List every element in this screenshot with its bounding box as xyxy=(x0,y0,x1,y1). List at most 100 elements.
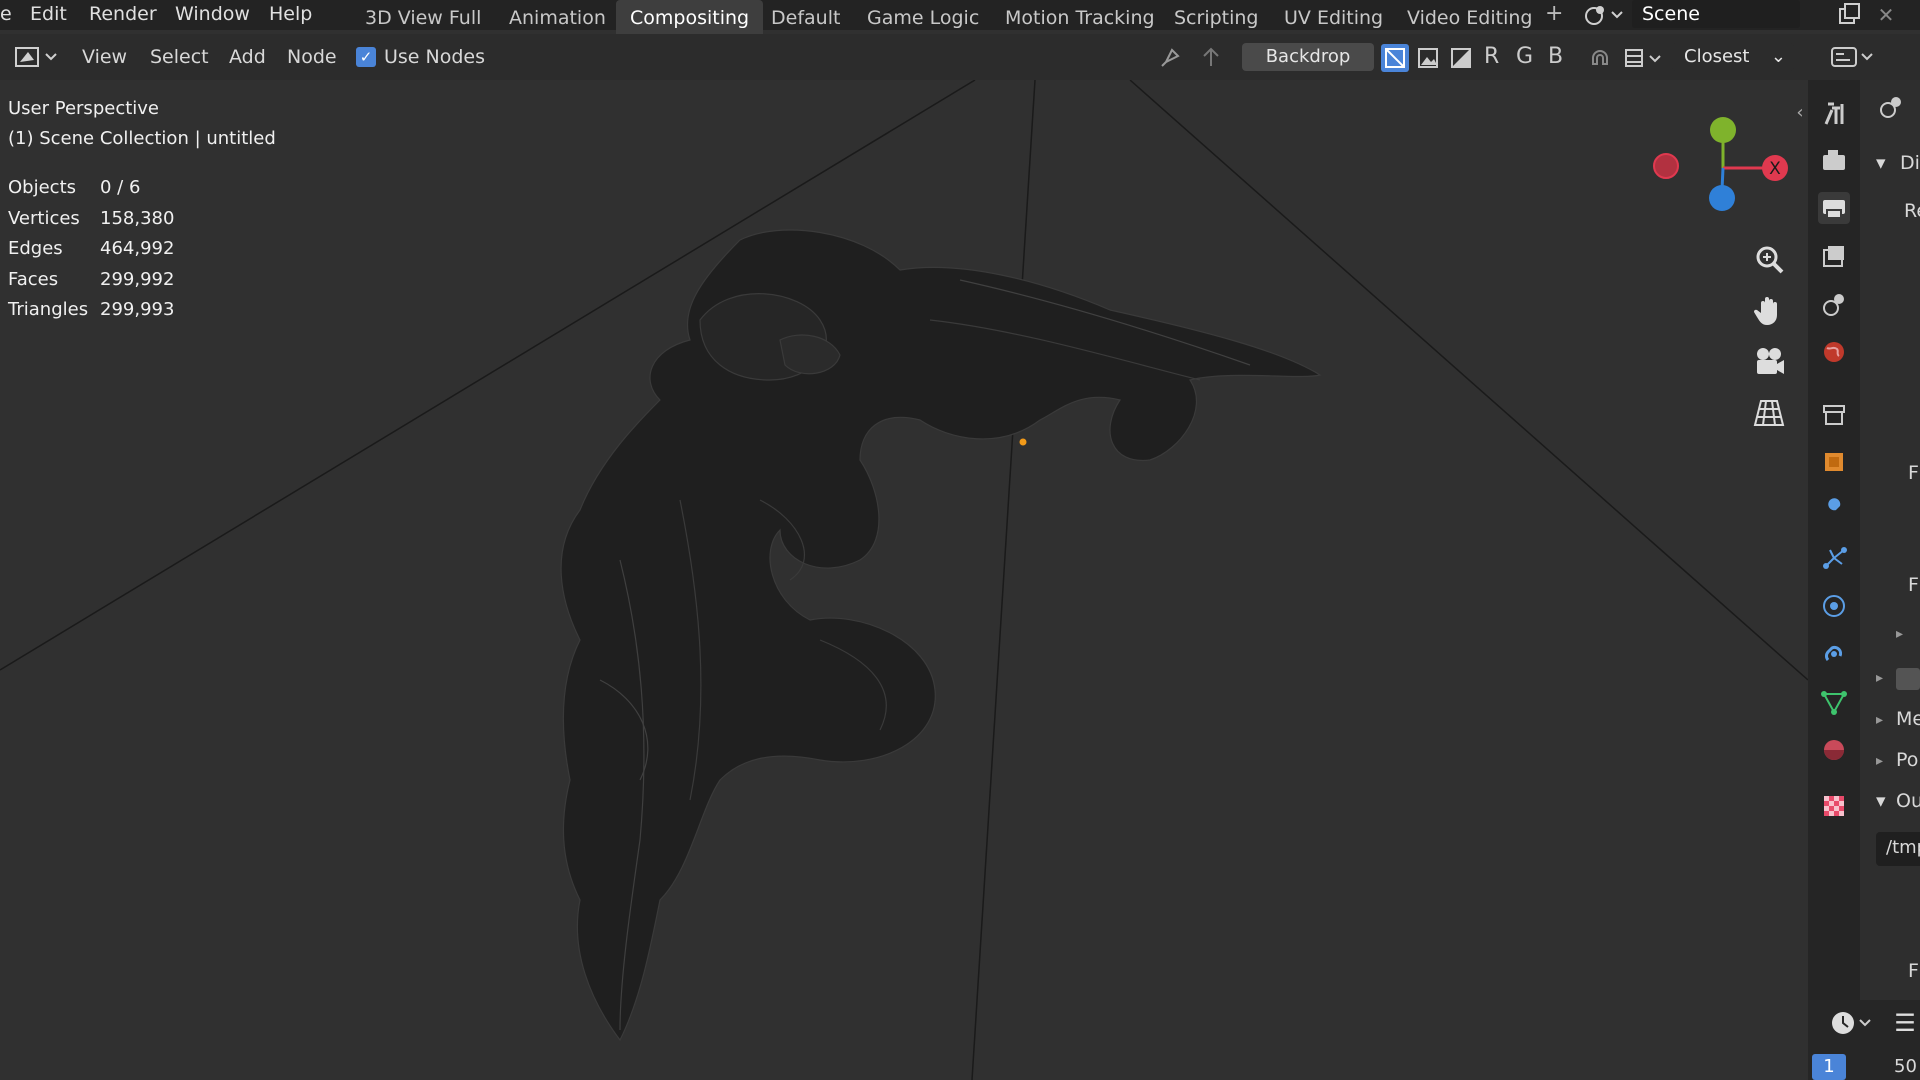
tab-game-logic[interactable]: Game Logic xyxy=(853,0,993,34)
stat-value: 158,380 xyxy=(100,208,175,229)
tab-output[interactable] xyxy=(1818,192,1850,224)
tab-texture[interactable] xyxy=(1818,790,1850,822)
printer-icon xyxy=(1823,200,1845,219)
panel-expanded-arrow-icon[interactable]: ▾ xyxy=(1876,152,1886,174)
menu-add[interactable]: Add xyxy=(229,34,266,80)
use-nodes-checkbox[interactable]: ✓ xyxy=(356,47,376,67)
image-alpha-icon xyxy=(1385,48,1405,68)
scene-name-field[interactable]: Scene xyxy=(1632,0,1800,28)
tab-particles[interactable] xyxy=(1818,542,1850,574)
panel-expanded-arrow-icon[interactable]: ▾ xyxy=(1876,790,1886,812)
menu-view[interactable]: View xyxy=(82,34,127,80)
menu-help[interactable]: Help xyxy=(269,0,312,30)
camera-view-button[interactable] xyxy=(1749,342,1789,382)
tab-object-data[interactable] xyxy=(1818,686,1850,718)
stat-value: 299,992 xyxy=(100,269,175,290)
grid-perspective-icon xyxy=(1753,400,1785,426)
display-alpha-button[interactable] xyxy=(1447,44,1475,72)
tab-uv-editing[interactable]: UV Editing xyxy=(1270,0,1397,34)
panel-header-label[interactable]: Di xyxy=(1900,152,1920,174)
toggle-perspective-button[interactable] xyxy=(1749,393,1789,433)
timeline-frame-number: 50 xyxy=(1894,1056,1917,1077)
properties-editor-type-button[interactable] xyxy=(1828,43,1878,71)
material-sphere-icon xyxy=(1824,740,1844,760)
add-workspace-button[interactable]: + xyxy=(1545,0,1563,30)
world-icon xyxy=(1824,342,1844,362)
current-frame-indicator[interactable]: 1 xyxy=(1812,1054,1846,1080)
panel-collapsed-arrow-icon[interactable]: ▸ xyxy=(1876,753,1883,769)
stat-value: 299,993 xyxy=(100,299,175,320)
panel-enable-checkbox[interactable] xyxy=(1896,668,1920,690)
menu-window[interactable]: Window xyxy=(175,0,250,30)
zoom-button[interactable] xyxy=(1749,240,1789,280)
menu-edit[interactable]: Edit xyxy=(30,0,67,30)
pin-icon[interactable] xyxy=(1158,44,1184,70)
scene-selector-button[interactable] xyxy=(1580,2,1626,28)
display-rgb-button[interactable] xyxy=(1414,44,1442,72)
tab-object[interactable] xyxy=(1818,446,1850,478)
tab-scripting[interactable]: Scripting xyxy=(1160,0,1273,34)
channel-r-button[interactable]: R xyxy=(1484,34,1499,80)
scene-collection-label: (1) Scene Collection | untitled xyxy=(8,128,276,149)
sidebar-toggle-chevron-icon[interactable]: ‹ xyxy=(1792,102,1808,124)
navigation-gizmo[interactable]: X xyxy=(1640,110,1800,220)
backdrop-toggle-button[interactable]: Backdrop xyxy=(1242,43,1374,71)
timeline-editor-type-button[interactable] xyxy=(1828,1008,1878,1038)
filter-type-dropdown[interactable]: Closest ⌄ xyxy=(1672,43,1794,71)
tab-default[interactable]: Default xyxy=(757,0,854,34)
tab-tool[interactable] xyxy=(1818,98,1850,130)
tab-video-editing[interactable]: Video Editing xyxy=(1393,0,1546,34)
tab-motion-tracking[interactable]: Motion Tracking xyxy=(991,0,1169,34)
object-origin-dot xyxy=(1019,438,1027,446)
editor-header: View Select Add Node ✓ Use Nodes Backdro… xyxy=(0,34,1808,80)
panel-collapsed-arrow-icon[interactable]: ▸ xyxy=(1876,670,1883,686)
camera-icon xyxy=(1757,348,1784,374)
tab-3d-view-full[interactable]: 3D View Full xyxy=(351,0,495,34)
menu-select[interactable]: Select xyxy=(150,34,209,80)
panel-header-label[interactable]: Po xyxy=(1896,749,1918,771)
physics-icon xyxy=(1823,595,1845,617)
tab-material[interactable] xyxy=(1818,734,1850,766)
zoom-icon xyxy=(1756,246,1784,274)
tab-compositing[interactable]: Compositing xyxy=(616,0,764,34)
hamburger-menu-icon[interactable]: ☰ xyxy=(1890,1008,1920,1038)
menu-render[interactable]: Render xyxy=(89,0,157,30)
checker-texture-icon xyxy=(1824,796,1844,816)
panel-header-label[interactable]: Me xyxy=(1896,708,1920,730)
node-editor-icon xyxy=(15,47,57,67)
tab-modifiers[interactable] xyxy=(1818,494,1850,526)
tab-collection[interactable] xyxy=(1818,398,1850,430)
tab-animation[interactable]: Animation xyxy=(495,0,620,34)
pan-button[interactable] xyxy=(1749,291,1789,331)
scene-props-header-icon xyxy=(1876,92,1906,122)
tab-constraints[interactable] xyxy=(1818,638,1850,670)
close-icon[interactable]: ✕ xyxy=(1872,2,1900,28)
property-label: F xyxy=(1908,574,1919,596)
tab-world[interactable] xyxy=(1818,336,1850,368)
display-rgb-alpha-button[interactable] xyxy=(1381,44,1409,72)
collection-box-icon xyxy=(1823,405,1845,425)
menu-node[interactable]: Node xyxy=(287,34,337,80)
scene-canvas xyxy=(0,80,1808,1080)
properties-panel: ▾ Di Re F F ▸ ▸ ▸ Me ▸ Po ▾ Ou /tmp F xyxy=(1860,80,1920,1000)
output-path-field[interactable]: /tmp xyxy=(1876,832,1920,866)
wrench-icon xyxy=(1826,498,1841,520)
parent-node-tree-icon[interactable] xyxy=(1198,44,1224,70)
snap-element-dropdown[interactable] xyxy=(1622,44,1666,72)
subpanel-collapsed-arrow-icon[interactable]: ▸ xyxy=(1896,626,1903,642)
tab-render[interactable] xyxy=(1818,144,1850,176)
panel-header-label[interactable]: Ou xyxy=(1896,790,1920,812)
editor-type-button[interactable] xyxy=(10,42,60,72)
channel-b-button[interactable]: B xyxy=(1548,34,1563,80)
3d-viewport[interactable]: User Perspective (1) Scene Collection | … xyxy=(0,80,1808,1080)
render-camera-icon xyxy=(1823,150,1845,170)
snap-toggle-button[interactable] xyxy=(1586,44,1614,72)
tab-view-layer[interactable] xyxy=(1818,240,1850,272)
panel-collapsed-arrow-icon[interactable]: ▸ xyxy=(1876,712,1883,728)
image-icon xyxy=(1418,48,1438,68)
channel-g-button[interactable]: G xyxy=(1516,34,1533,80)
tab-physics[interactable] xyxy=(1818,590,1850,622)
menu-file-partial[interactable]: e xyxy=(0,0,12,30)
tab-scene[interactable] xyxy=(1818,288,1850,320)
new-scene-button[interactable] xyxy=(1836,2,1864,28)
